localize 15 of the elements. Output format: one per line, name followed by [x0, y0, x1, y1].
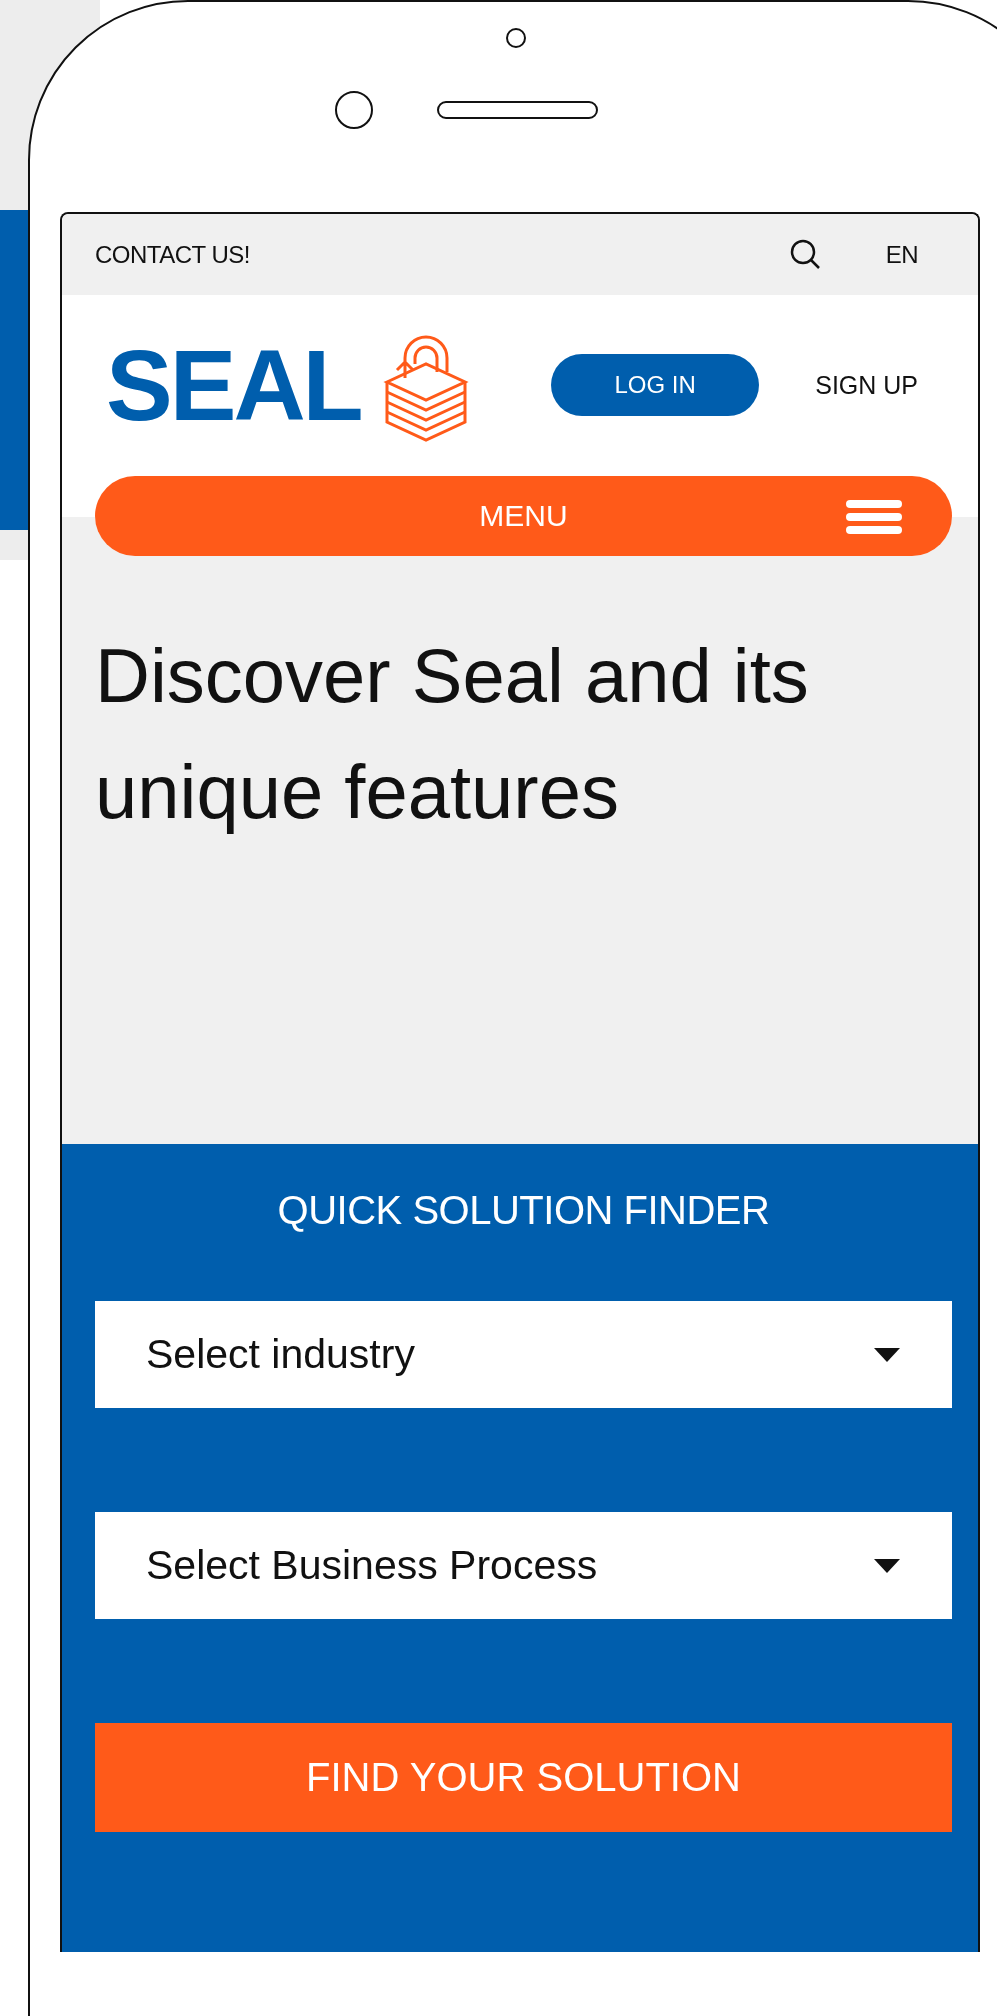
contact-link[interactable]: CONTACT US! [95, 240, 250, 269]
speaker-icon [437, 101, 598, 119]
caret-icon [874, 1347, 900, 1362]
caret-icon [874, 1558, 900, 1573]
logo-text: SEAL [106, 335, 361, 435]
signup-link[interactable]: SIGN UP [815, 370, 918, 400]
language-link[interactable]: EN [885, 240, 918, 269]
camera-icon [506, 28, 526, 48]
finder-title: QUICK SOLUTION FINDER [276, 1188, 771, 1233]
select-dropdown[interactable]: Select Business Process [95, 1512, 952, 1619]
select-dropdown[interactable]: Select industry [95, 1301, 952, 1408]
menu-icon [846, 500, 902, 534]
login-button[interactable]: LOG IN [551, 354, 760, 416]
hero-heading: Discover Seal and its unique features [95, 632, 810, 836]
sensor-icon [335, 91, 373, 129]
